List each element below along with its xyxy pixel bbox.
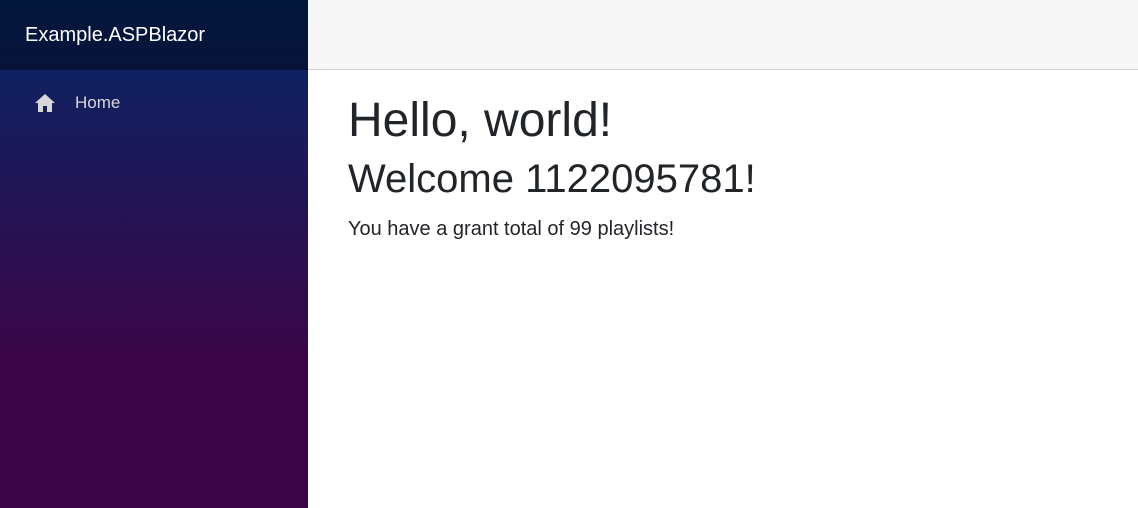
welcome-heading: Welcome 1122095781! [348,156,756,201]
main-area: Hello, world! Welcome 1122095781! You ha… [308,0,1138,508]
brand-link[interactable]: Example.ASPBlazor [25,25,205,45]
app-shell: Example.ASPBlazor Home Hello, world! Wel… [0,0,1138,508]
sidebar-nav: Home [0,70,308,120]
sidebar-item-home[interactable]: Home [16,86,292,120]
home-icon [34,92,56,114]
page-title: Hello, world! [348,94,613,147]
brand-bar: Example.ASPBlazor [0,0,308,70]
sidebar-item-label: Home [75,93,121,112]
page-content: Hello, world! Welcome 1122095781! You ha… [308,70,1138,242]
top-row [308,0,1138,70]
sidebar: Example.ASPBlazor Home [0,0,308,508]
playlist-summary: You have a grant total of 99 playlists! [348,217,675,240]
